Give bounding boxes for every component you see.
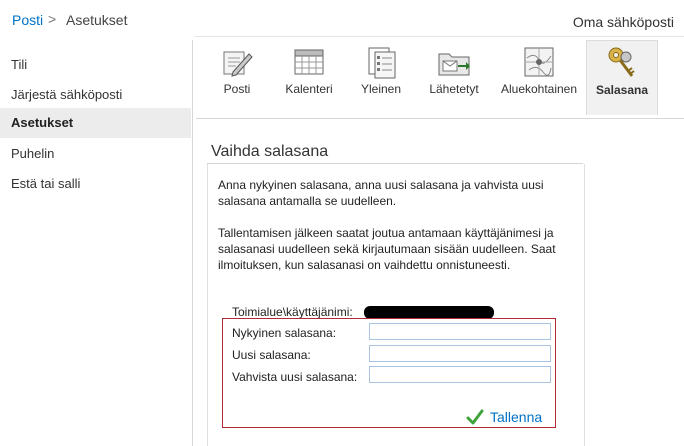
relogin-notice-text: Tallentamisen jälkeen saatat joutua anta…: [218, 226, 556, 272]
keys-icon: [608, 47, 635, 77]
new-password-input[interactable]: [369, 345, 551, 362]
tab-posti[interactable]: Posti: [212, 40, 262, 114]
page-title: Oma sähköposti: [572, 14, 674, 30]
tab-label: Yleinen: [360, 82, 402, 96]
sidebar-item-esta-tai-salli[interactable]: Estä tai salli: [0, 169, 191, 199]
mail-pen-icon: [223, 51, 253, 77]
folder-sent-icon: [438, 53, 470, 76]
tab-label: Salasana: [595, 83, 649, 97]
top-bar: Posti > Asetukset Oma sähköposti: [0, 0, 684, 40]
tab-label: Aluekohtainen: [500, 82, 578, 96]
current-password-label: Nykyinen salasana:: [232, 326, 337, 340]
tab-yleinen[interactable]: Yleinen: [357, 40, 405, 114]
breadcrumb-posti-link[interactable]: Posti: [12, 12, 43, 28]
calendar-icon: [294, 49, 324, 75]
sidebar-item-puhelin[interactable]: Puhelin: [0, 139, 191, 169]
sidebar-item-jarjesta-sahkoposti[interactable]: Järjestä sähköposti: [0, 80, 191, 110]
current-password-input[interactable]: [369, 323, 551, 340]
tab-lahetetyt[interactable]: Lähetetyt: [426, 40, 482, 114]
instructions-text: Anna nykyinen salasana, anna uusi salasa…: [218, 178, 544, 208]
tab-label: Lähetetyt: [429, 82, 479, 96]
sidebar-item-tili[interactable]: Tili: [0, 50, 191, 80]
save-button-label: Tallenna: [490, 409, 543, 425]
breadcrumb-current: Asetukset: [66, 12, 128, 28]
sidebar: Tili Järjestä sähköposti Asetukset Puhel…: [0, 40, 193, 446]
tab-label: Kalenteri: [285, 82, 333, 96]
checkmark-icon: [466, 409, 484, 425]
confirm-password-input[interactable]: [369, 366, 551, 383]
tabs-divider: [196, 118, 684, 119]
tab-label: Posti: [223, 82, 251, 96]
tab-salasana[interactable]: Salasana: [586, 40, 658, 115]
tab-aluekohtainen[interactable]: Aluekohtainen: [497, 40, 581, 114]
confirm-password-label: Vahvista uusi salasana:: [232, 370, 358, 384]
breadcrumb-separator: >: [48, 11, 57, 27]
section-title: Vaihda salasana: [211, 143, 329, 160]
new-password-label: Uusi salasana:: [232, 348, 311, 362]
tab-kalenteri[interactable]: Kalenteri: [282, 40, 336, 114]
regional-map-icon: [524, 47, 554, 77]
top-divider: [195, 36, 684, 37]
document-checklist-icon: [368, 47, 396, 79]
username-label: Toimialue\käyttäjänimi:: [232, 305, 353, 319]
sidebar-item-asetukset[interactable]: Asetukset: [0, 108, 191, 138]
